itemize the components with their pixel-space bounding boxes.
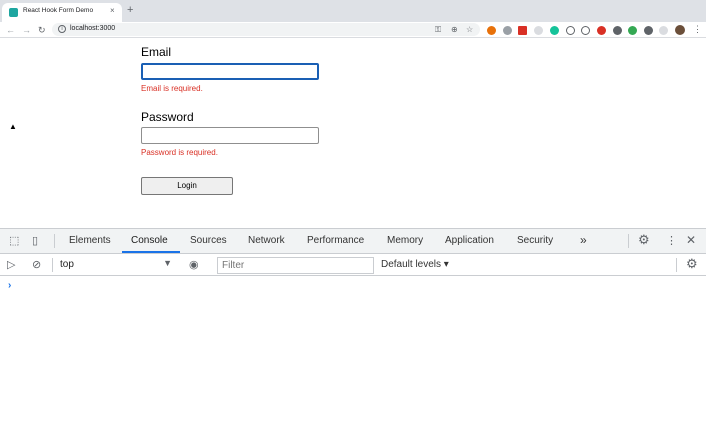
- back-icon[interactable]: ←: [6, 24, 15, 36]
- extension-icon[interactable]: [581, 26, 590, 35]
- profile-avatar[interactable]: [675, 25, 685, 35]
- context-value: top: [60, 259, 74, 270]
- react-favicon-icon: [9, 8, 18, 17]
- page-content: Email Email is required. Password Passwo…: [0, 38, 706, 228]
- console-toolbar: ▷ ⊘ top ▼ ◉ Default levels ▾ ⚙: [0, 254, 706, 276]
- console-prompt-icon[interactable]: ›: [8, 280, 11, 291]
- console-settings-gear-icon[interactable]: ⚙: [686, 257, 698, 270]
- key-icon[interactable]: ⚿: [435, 25, 441, 34]
- extension-icon[interactable]: [518, 26, 527, 35]
- extension-icon[interactable]: [597, 26, 606, 35]
- separator: [628, 234, 629, 248]
- extension-icon[interactable]: [566, 26, 575, 35]
- separator: [676, 258, 677, 272]
- tab-sources[interactable]: Sources: [190, 235, 227, 246]
- extension-icon[interactable]: [534, 26, 543, 35]
- extension-icon[interactable]: [659, 26, 668, 35]
- email-label: Email: [141, 45, 172, 59]
- device-toolbar-icon[interactable]: ▯: [32, 235, 38, 247]
- forward-icon[interactable]: →: [22, 24, 31, 36]
- browser-toolbar: ← → ↻ i localhost:3000 ⚿ ⊕ ☆ ⋮: [0, 22, 706, 38]
- grammarly-icon[interactable]: [550, 26, 559, 35]
- tab-memory[interactable]: Memory: [387, 235, 423, 246]
- login-button[interactable]: Login: [141, 177, 233, 195]
- email-error: Email is required.: [141, 84, 203, 93]
- tab-security[interactable]: Security: [517, 235, 553, 246]
- tab-title: React Hook Form Demo: [23, 7, 94, 14]
- password-error: Password is required.: [141, 148, 218, 157]
- tab-performance[interactable]: Performance: [307, 235, 364, 246]
- dropdown-arrow-icon: ▼: [163, 258, 172, 268]
- tab-console[interactable]: Console: [131, 235, 168, 246]
- clear-console-icon[interactable]: ⊘: [32, 259, 41, 271]
- filter-input[interactable]: [217, 257, 374, 274]
- tab-strip: React Hook Form Demo × +: [0, 0, 706, 22]
- live-expression-eye-icon[interactable]: ◉: [189, 259, 199, 271]
- extension-icon[interactable]: [503, 26, 512, 35]
- tab-network[interactable]: Network: [248, 235, 285, 246]
- browser-menu-icon[interactable]: ⋮: [693, 24, 702, 35]
- close-devtools-icon[interactable]: ✕: [686, 234, 696, 246]
- devtools-panel: ⬚ ▯ Elements Console Sources Network Per…: [0, 228, 706, 442]
- new-tab-button[interactable]: +: [127, 4, 133, 16]
- tab-application[interactable]: Application: [445, 235, 494, 246]
- password-label: Password: [141, 110, 194, 124]
- log-levels-dropdown[interactable]: Default levels ▾: [381, 259, 449, 270]
- active-tab-indicator: [122, 251, 180, 253]
- site-info-icon[interactable]: i: [58, 25, 66, 33]
- settings-gear-icon[interactable]: ⚙: [638, 233, 650, 246]
- context-selector[interactable]: top ▼: [60, 258, 176, 271]
- password-field[interactable]: [141, 127, 319, 144]
- tab-close-icon[interactable]: ×: [110, 6, 115, 16]
- reload-icon[interactable]: ↻: [38, 24, 46, 36]
- star-icon[interactable]: ☆: [466, 25, 473, 34]
- extension-icon[interactable]: [613, 26, 622, 35]
- devtools-tabbar: ⬚ ▯ Elements Console Sources Network Per…: [0, 229, 706, 254]
- url-text[interactable]: localhost:3000: [70, 25, 115, 32]
- zoom-icon[interactable]: ⊕: [451, 25, 458, 34]
- mouse-cursor-icon: ▲: [9, 122, 17, 131]
- email-field[interactable]: [141, 63, 319, 80]
- extension-icon[interactable]: [628, 26, 637, 35]
- puzzle-icon[interactable]: [644, 26, 653, 35]
- inspect-element-icon[interactable]: ⬚: [9, 235, 19, 247]
- tab-elements[interactable]: Elements: [69, 235, 111, 246]
- devtools-menu-icon[interactable]: ⋮: [666, 235, 677, 247]
- browser-tab[interactable]: React Hook Form Demo ×: [2, 3, 122, 22]
- separator: [52, 258, 53, 272]
- address-bar[interactable]: i localhost:3000 ⚿ ⊕ ☆: [52, 23, 480, 36]
- separator: [54, 234, 55, 248]
- extension-icon[interactable]: [487, 26, 496, 35]
- more-tabs-icon[interactable]: »: [580, 233, 587, 247]
- show-sidebar-icon[interactable]: ▷: [7, 259, 15, 271]
